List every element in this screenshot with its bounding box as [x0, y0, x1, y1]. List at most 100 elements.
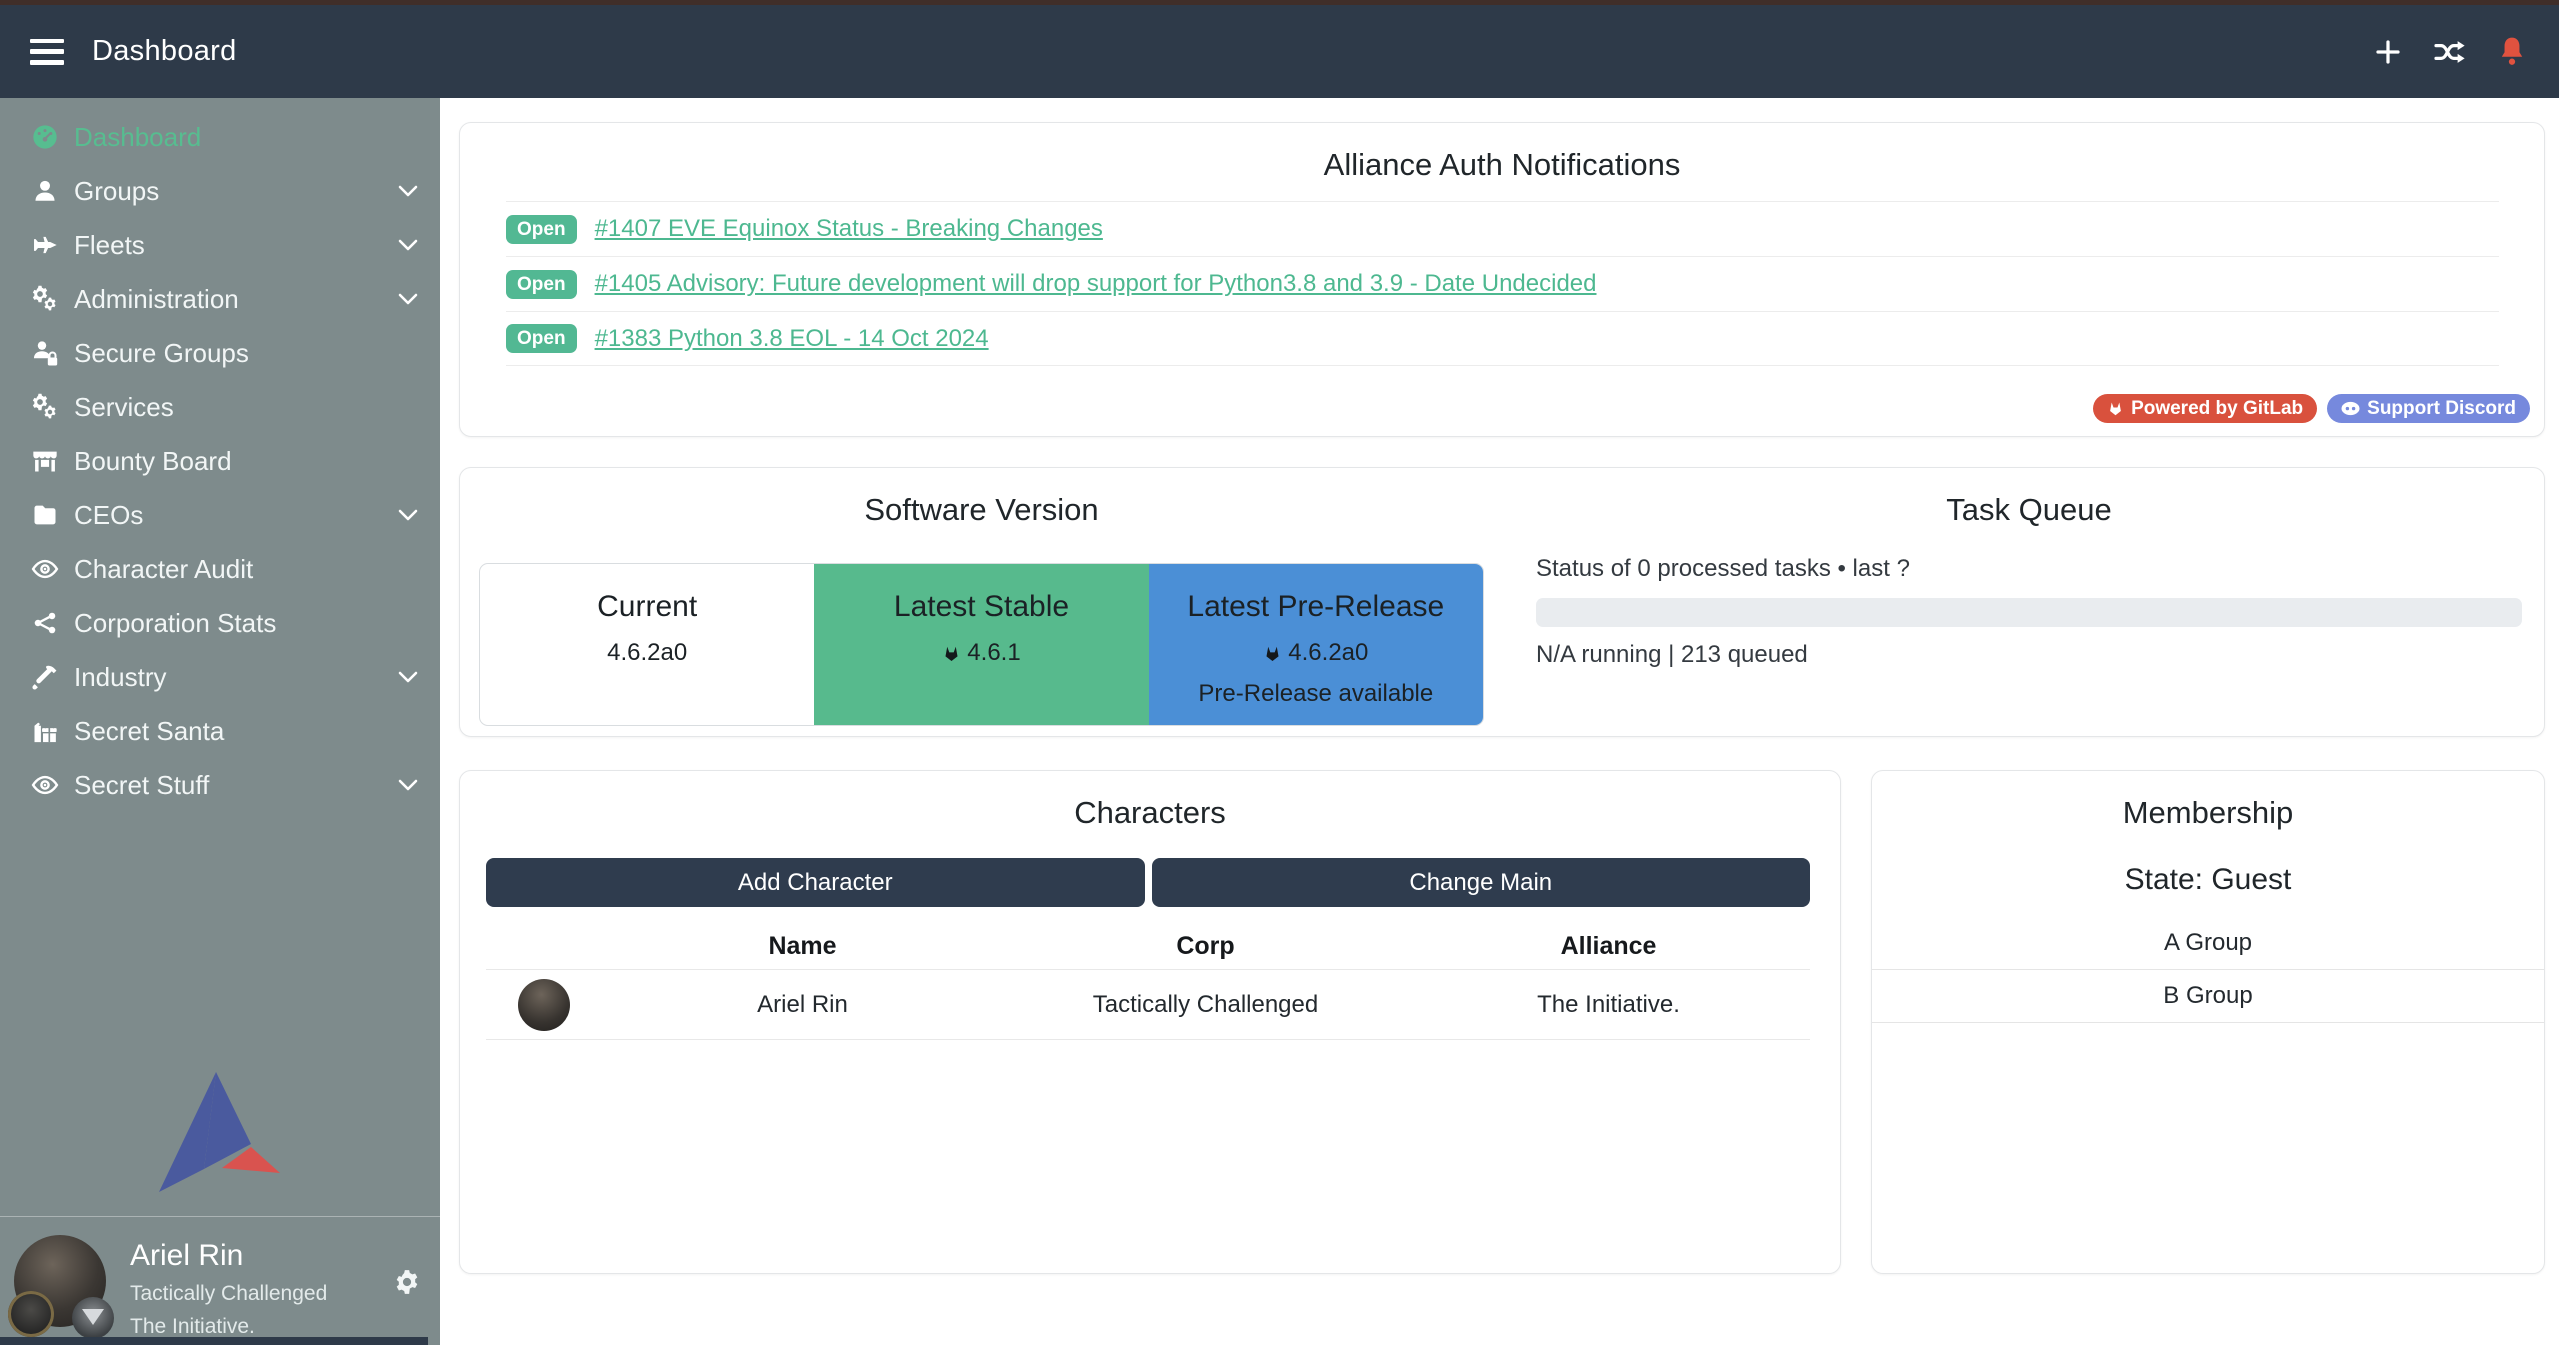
- membership-groups-list: A Group B Group: [1872, 917, 2544, 1023]
- chevron-down-icon: [398, 779, 418, 791]
- sidebar-item-services[interactable]: Services: [0, 380, 440, 434]
- notifications-title: Alliance Auth Notifications: [460, 147, 2544, 183]
- user-icon: [30, 176, 60, 206]
- software-version-title: Software Version: [460, 492, 1503, 528]
- page-title: Dashboard: [92, 35, 237, 68]
- chevron-down-icon: [398, 671, 418, 683]
- sidebar-item-label: Secret Stuff: [74, 770, 209, 801]
- membership-state: State: Guest: [1872, 863, 2544, 897]
- shuffle-icon[interactable]: [2433, 35, 2467, 69]
- user-name: Ariel Rin: [130, 1239, 327, 1273]
- menu-icon[interactable]: [30, 39, 64, 65]
- discord-badge[interactable]: Support Discord: [2327, 394, 2530, 423]
- sidebar-item-fleets[interactable]: Fleets: [0, 218, 440, 272]
- notification-link[interactable]: #1407 EVE Equinox Status - Breaking Chan…: [595, 215, 1103, 243]
- user-avatar: [14, 1233, 110, 1337]
- list-item: Open #1407 EVE Equinox Status - Breaking…: [506, 201, 2499, 256]
- task-queue-summary: N/A running | 213 queued: [1536, 641, 2522, 669]
- gifts-icon: [30, 716, 60, 746]
- list-item: Open #1405 Advisory: Future development …: [506, 256, 2499, 311]
- eye-icon: [30, 554, 60, 584]
- sidebar-item-label: Secure Groups: [74, 338, 249, 369]
- list-item: Open #1383 Python 3.8 EOL - 14 Oct 2024: [506, 311, 2499, 366]
- gauge-icon: [30, 122, 60, 152]
- sidebar-item-groups[interactable]: Groups: [0, 164, 440, 218]
- user-corp: Tactically Challenged: [130, 1282, 327, 1306]
- alliance-auth-logo: [152, 1060, 284, 1194]
- column-header-alliance: Alliance: [1407, 932, 1810, 961]
- task-queue-section: Task Queue Status of 0 processed tasks •…: [1536, 468, 2522, 736]
- sidebar-item-label: Groups: [74, 176, 159, 207]
- task-queue-title: Task Queue: [1536, 492, 2522, 528]
- storefront-icon: [30, 446, 60, 476]
- sidebar-item-secret-santa[interactable]: Secret Santa: [0, 704, 440, 758]
- sidebar-item-administration[interactable]: Administration: [0, 272, 440, 326]
- change-main-button[interactable]: Change Main: [1152, 858, 1811, 907]
- sidebar-item-label: Dashboard: [74, 122, 201, 153]
- gears-icon: [30, 284, 60, 314]
- chevron-down-icon: [398, 239, 418, 251]
- top-navbar: Dashboard: [0, 5, 2559, 98]
- membership-panel: Membership State: Guest A Group B Group: [1871, 770, 2545, 1274]
- prerelease-note: Pre-Release available: [1149, 680, 1483, 708]
- table-row: Ariel Rin Tactically Challenged The Init…: [486, 969, 1810, 1040]
- gitlab-tanuki-icon: [1263, 644, 1282, 663]
- user-lock-icon: [30, 338, 60, 368]
- sidebar-item-corporation-stats[interactable]: Corporation Stats: [0, 596, 440, 650]
- cell-character-alliance: The Initiative.: [1407, 991, 1810, 1019]
- sidebar-item-ceos[interactable]: CEOs: [0, 488, 440, 542]
- add-icon[interactable]: [2371, 35, 2405, 69]
- cell-character-corp: Tactically Challenged: [1004, 991, 1407, 1019]
- sidebar-item-secret-stuff[interactable]: Secret Stuff: [0, 758, 440, 812]
- sidebar-item-label: Corporation Stats: [74, 608, 276, 639]
- sidebar-item-character-audit[interactable]: Character Audit: [0, 542, 440, 596]
- sidebar-item-industry[interactable]: Industry: [0, 650, 440, 704]
- version-current: Current 4.6.2a0: [480, 564, 814, 725]
- gitlab-badge[interactable]: Powered by GitLab: [2093, 394, 2317, 423]
- gitlab-tanuki-icon: [2107, 400, 2124, 417]
- list-item: B Group: [1872, 970, 2544, 1023]
- sidebar-item-label: CEOs: [74, 500, 143, 531]
- discord-icon: [2341, 400, 2360, 417]
- sidebar-item-label: Fleets: [74, 230, 145, 261]
- character-portrait: [518, 979, 570, 1031]
- gears-icon: [30, 392, 60, 422]
- status-badge: Open: [506, 270, 577, 299]
- sidebar-item-secure-groups[interactable]: Secure Groups: [0, 326, 440, 380]
- version-latest-prerelease: Latest Pre-Release 4.6.2a0 Pre-Release a…: [1149, 564, 1483, 725]
- table-header-row: Name Corp Alliance: [486, 923, 1810, 969]
- main-content: Alliance Auth Notifications Open #1407 E…: [440, 98, 2559, 1345]
- hammer-icon: [30, 662, 60, 692]
- chevron-down-icon: [398, 509, 418, 521]
- current-version-value: 4.6.2a0: [480, 639, 814, 667]
- notification-link[interactable]: #1383 Python 3.8 EOL - 14 Oct 2024: [595, 325, 989, 353]
- chevron-down-icon: [398, 293, 418, 305]
- user-panel: Ariel Rin Tactically Challenged The Init…: [0, 1216, 440, 1337]
- corp-logo: [8, 1291, 54, 1337]
- add-character-button[interactable]: Add Character: [486, 858, 1145, 907]
- sidebar-item-label: Character Audit: [74, 554, 253, 585]
- notifications-panel: Alliance Auth Notifications Open #1407 E…: [459, 122, 2545, 437]
- task-queue-progress-bar: [1536, 598, 2522, 627]
- sidebar-item-label: Secret Santa: [74, 716, 224, 747]
- sidebar-item-label: Bounty Board: [74, 446, 232, 477]
- version-latest-stable: Latest Stable 4.6.1: [814, 564, 1148, 725]
- sidebar-item-dashboard[interactable]: Dashboard: [0, 110, 440, 164]
- notifications-footer: Powered by GitLab Support Discord: [2093, 394, 2530, 423]
- alliance-logo: [72, 1297, 114, 1339]
- characters-title: Characters: [460, 795, 1840, 831]
- characters-table: Name Corp Alliance Ariel Rin Tactically …: [486, 923, 1810, 1040]
- sidebar: Dashboard Groups Fleets: [0, 98, 440, 1345]
- user-settings-gear-icon[interactable]: [394, 1269, 420, 1295]
- chevron-down-icon: [398, 185, 418, 197]
- prerelease-version-value: 4.6.2a0: [1149, 639, 1483, 667]
- eye-icon: [30, 770, 60, 800]
- status-badge: Open: [506, 324, 577, 353]
- list-item: A Group: [1872, 917, 2544, 970]
- sidebar-bottom-strip: [0, 1337, 428, 1345]
- notification-link[interactable]: #1405 Advisory: Future development will …: [595, 270, 1597, 298]
- notifications-list: Open #1407 EVE Equinox Status - Breaking…: [506, 201, 2499, 366]
- sidebar-item-bounty-board[interactable]: Bounty Board: [0, 434, 440, 488]
- jet-icon: [30, 230, 60, 260]
- notification-bell-icon[interactable]: [2495, 35, 2529, 69]
